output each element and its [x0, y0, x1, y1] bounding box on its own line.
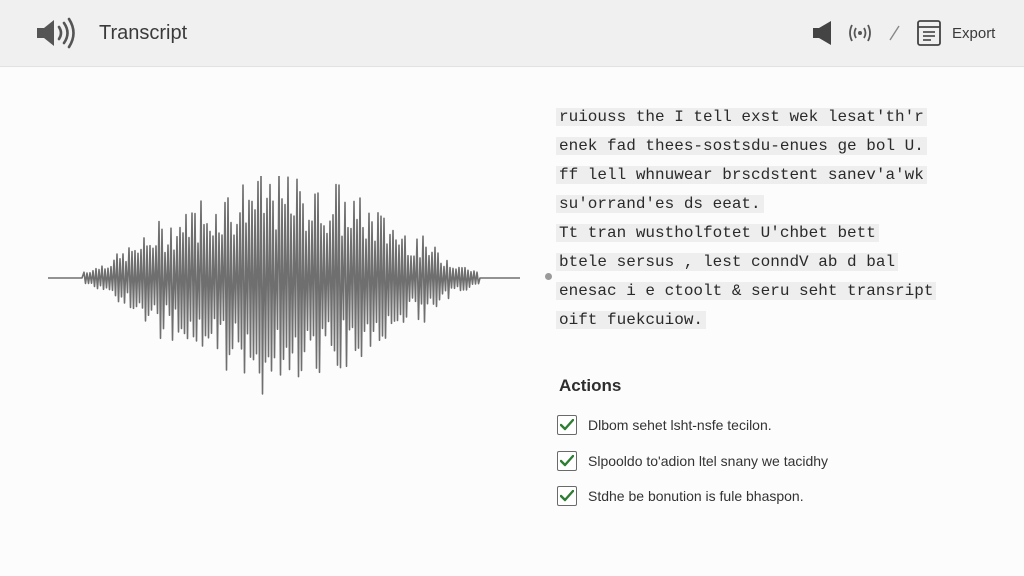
waveform-path	[48, 176, 520, 395]
speaker-icon	[813, 21, 831, 45]
transcript-line: ruiouss the I tell exst wek lesat'th'r	[556, 106, 996, 129]
checkmark-icon	[560, 490, 574, 502]
export-label: Export	[952, 24, 996, 42]
checkmark-icon	[560, 419, 574, 431]
speaker-button[interactable]	[811, 17, 837, 49]
sound-waves-button[interactable]	[848, 17, 872, 49]
playhead-marker[interactable]	[545, 273, 552, 280]
action-item[interactable]: Dlbom sehet lsht-nsfe tecilon.	[557, 413, 772, 437]
sound-waves-icon	[849, 24, 871, 42]
transcript-line: enesac i e ctoolt & seru seht transript	[556, 280, 996, 303]
action-label: Slpooldo to'adion ltel snany we tacidhy	[588, 453, 829, 469]
action-item[interactable]: Stdhe be bonution is fule bhaspon.	[557, 484, 804, 508]
action-label: Stdhe be bonution is fule bhaspon.	[588, 488, 804, 504]
checkmark-icon	[560, 455, 574, 467]
transcript-line: btele sersus , lest conndV ab d bal	[556, 251, 996, 274]
speaker-wave-icon	[37, 17, 75, 49]
checkbox[interactable]	[557, 415, 577, 435]
toolbar-divider	[889, 25, 900, 41]
action-label: Dlbom sehet lsht-nsfe tecilon.	[588, 417, 772, 433]
transcript-line: Tt tran wustholfotet U'chbet bett	[556, 222, 996, 245]
transcript-text: ruiouss the I tell exst wek lesat'th'r e…	[556, 106, 996, 338]
export-button[interactable]: Export	[916, 17, 1006, 49]
transcript-line: ff lell whnuwear brscdstent sanev'a'wk	[556, 164, 996, 187]
transcript-line: oift fuekcuiow.	[556, 309, 996, 332]
page-title: Transcript	[99, 22, 188, 44]
checkbox[interactable]	[557, 486, 577, 506]
title-bar: Transcript Export	[0, 0, 1024, 67]
audio-waveform[interactable]	[48, 176, 520, 396]
actions-heading: Actions	[559, 376, 622, 395]
transcript-line: enek fad thees-sostsdu-enues ge bol U.	[556, 135, 996, 158]
transcript-line: su'orrand'es ds eeat.	[556, 193, 996, 216]
checkbox[interactable]	[557, 451, 577, 471]
action-item[interactable]: Slpooldo to'adion ltel snany we tacidhy	[557, 449, 828, 473]
export-document-icon	[917, 20, 941, 46]
